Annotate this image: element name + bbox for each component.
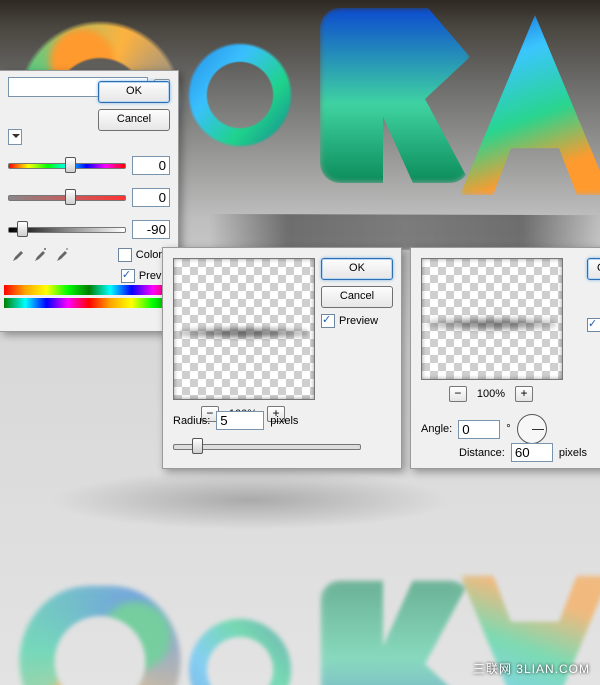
eyedropper-add-icon[interactable]	[33, 247, 49, 263]
mb-preview-area[interactable]	[421, 258, 563, 380]
mb-zoom-out-button[interactable]: −	[449, 386, 467, 402]
mb-ok-button[interactable]: OK	[587, 258, 600, 280]
watermark-text: 三联网 3LIAN.COM	[473, 660, 590, 677]
eyedropper-icon[interactable]	[11, 247, 27, 263]
cancel-button[interactable]: Cancel	[98, 109, 170, 131]
hs-preview-checkbox[interactable]	[121, 269, 135, 283]
art-letter-a2	[460, 15, 600, 195]
gb-preview-content	[180, 326, 308, 340]
radius-slider[interactable]	[173, 434, 361, 458]
gaussian-blur-dialog: OK Cancel Preview − 100% + Radius: pixel…	[162, 247, 402, 469]
mb-zoom-value: 100%	[477, 388, 505, 400]
gb-ok-button[interactable]: OK	[321, 258, 393, 280]
saturation-field[interactable]	[132, 188, 170, 207]
angle-label: Angle:	[421, 423, 452, 435]
art-letter-u	[155, 10, 325, 180]
radius-field[interactable]	[216, 411, 264, 430]
gb-preview-checkbox[interactable]	[321, 314, 335, 328]
lightness-field[interactable]	[132, 220, 170, 239]
art-shadow-text	[210, 190, 600, 250]
saturation-row	[8, 185, 170, 209]
ok-button[interactable]: OK	[98, 81, 170, 103]
hs-preview-row: Previe	[0, 269, 178, 285]
eyedropper-subtract-icon[interactable]	[55, 247, 71, 263]
angle-dial-icon[interactable]	[517, 414, 547, 444]
mb-preview-checkbox[interactable]	[587, 318, 600, 332]
hue-saturation-dialog: OK Cancel	[0, 70, 179, 332]
mb-zoom-in-button[interactable]: +	[515, 386, 533, 402]
distance-label: Distance:	[459, 447, 505, 459]
lightness-row	[8, 217, 170, 241]
gb-preview-area[interactable]	[173, 258, 315, 400]
angle-unit: °	[506, 423, 510, 435]
hue-strip-bottom	[4, 298, 174, 308]
distance-field[interactable]	[511, 443, 553, 462]
lightness-slider[interactable]	[8, 217, 126, 241]
mb-preview-content	[428, 317, 556, 331]
edit-range-dropdown[interactable]	[8, 129, 22, 145]
gb-preview-label: Preview	[339, 315, 378, 327]
hue-row	[8, 153, 170, 177]
motion-blur-dialog: OK P − 100% + Angle: ° Distance:	[410, 247, 600, 469]
art-letter-r	[320, 8, 470, 183]
radius-unit: pixels	[270, 415, 298, 427]
colorize-checkbox[interactable]	[118, 248, 132, 262]
gb-cancel-button[interactable]: Cancel	[321, 286, 393, 308]
saturation-slider[interactable]	[8, 185, 126, 209]
hue-strip-top	[4, 285, 174, 295]
radius-label: Radius:	[173, 415, 210, 427]
angle-field[interactable]	[458, 420, 500, 439]
hue-field[interactable]	[132, 156, 170, 175]
canvas-stage: OK Cancel	[0, 0, 600, 685]
floor-shadow	[50, 470, 450, 530]
distance-unit: pixels	[559, 447, 587, 459]
hue-slider[interactable]	[8, 153, 126, 177]
